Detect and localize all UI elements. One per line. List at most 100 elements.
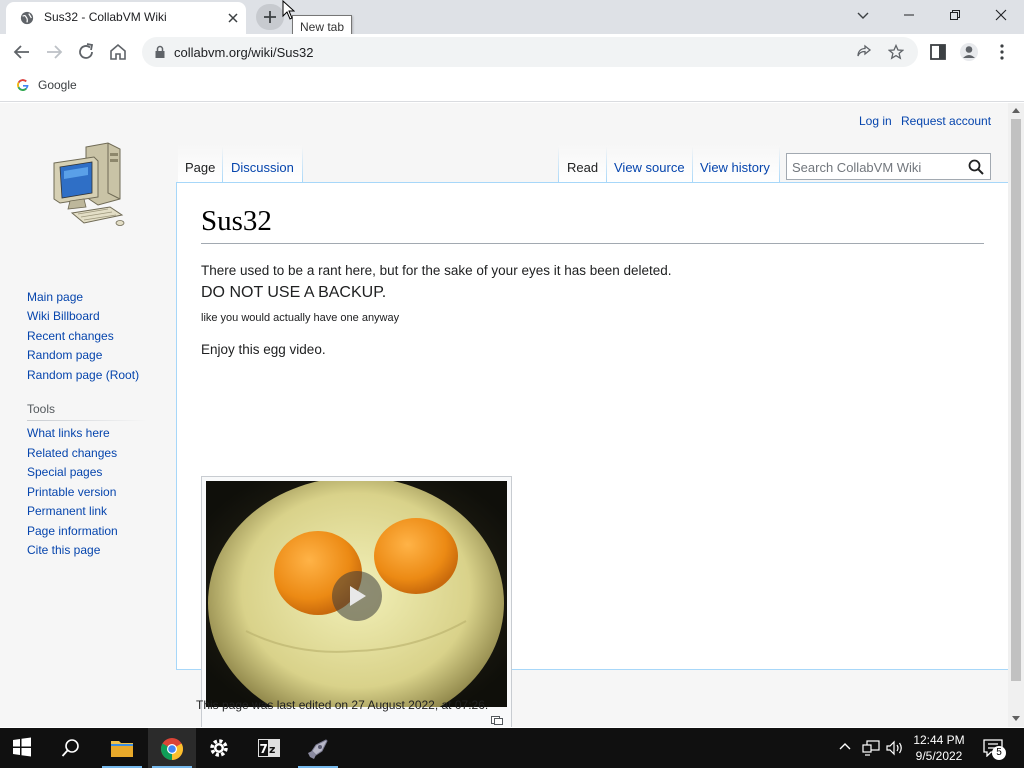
play-icon (350, 586, 366, 606)
tab-title: Sus32 - CollabVM Wiki (44, 10, 167, 24)
tab-search-button[interactable] (840, 0, 886, 30)
share-icon[interactable] (856, 44, 872, 60)
tab-discussion[interactable]: Discussion (231, 160, 294, 175)
gear-icon (210, 739, 228, 757)
globe-icon (20, 11, 34, 25)
tab-view-history[interactable]: View history (700, 160, 770, 175)
tab-separator (692, 147, 693, 183)
tab-strip: Sus32 - CollabVM Wiki New tab (0, 0, 1024, 39)
restore-button[interactable] (932, 0, 978, 30)
wiki-logo[interactable] (50, 141, 126, 227)
windows-taskbar: 7 z 12:44 PM 9/5/2022 5 (0, 728, 1024, 768)
tool-permanent-link[interactable]: Permanent link (27, 504, 107, 518)
footer-last-edited: This page was last edited on 27 August 2… (196, 698, 489, 712)
paragraph-backup-warning: DO NOT USE A BACKUP. (201, 284, 387, 301)
search-icon[interactable] (968, 159, 984, 175)
url-text[interactable]: collabvm.org/wiki/Sus32 (174, 45, 313, 60)
page-scrollbar[interactable] (1008, 103, 1024, 727)
tools-heading: Tools (27, 402, 56, 416)
wiki-search-box (786, 153, 991, 180)
tab-separator (606, 147, 607, 183)
mouse-cursor-icon (282, 0, 295, 20)
tool-page-information[interactable]: Page information (27, 524, 118, 538)
scrollbar-thumb[interactable] (1011, 119, 1021, 681)
volume-icon[interactable] (886, 740, 904, 756)
7zip-icon: 7 z (258, 739, 280, 757)
tool-special-pages[interactable]: Special pages (27, 465, 102, 479)
browser-toolbar: collabvm.org/wiki/Sus32 (0, 34, 1024, 70)
back-arrow-icon[interactable] (11, 41, 33, 63)
bookmarks-bar: Google (0, 70, 1024, 102)
tool-related-changes[interactable]: Related changes (27, 446, 117, 460)
close-window-button[interactable] (978, 0, 1024, 30)
new-tab-button[interactable] (256, 4, 284, 30)
search-taskbar-button[interactable] (48, 728, 96, 768)
google-icon (17, 79, 29, 91)
restore-icon (950, 10, 960, 20)
star-icon[interactable] (888, 44, 904, 60)
heading-divider (201, 243, 984, 244)
tool-cite-this-page[interactable]: Cite this page (27, 543, 100, 557)
clock-time: 12:44 PM (913, 733, 965, 747)
scroll-down-arrow-icon[interactable] (1012, 716, 1020, 721)
lock-icon[interactable] (154, 45, 166, 59)
paragraph-rant: There used to be a rant here, but for th… (201, 263, 672, 278)
nav-random-page[interactable]: Random page (27, 348, 102, 362)
reload-icon[interactable] (75, 41, 97, 63)
chevron-up-icon[interactable] (838, 740, 852, 754)
tab-separator (222, 147, 223, 183)
tab-separator (779, 147, 780, 183)
settings-taskbar-button[interactable] (196, 728, 244, 768)
play-button[interactable] (332, 571, 382, 621)
tab-page[interactable]: Page (185, 160, 215, 175)
svg-text:7: 7 (260, 742, 268, 756)
side-panel-icon[interactable] (927, 41, 949, 63)
network-icon[interactable] (862, 740, 880, 756)
egg-video[interactable] (206, 481, 507, 707)
file-explorer-button[interactable] (98, 728, 146, 768)
rocket-icon (308, 739, 328, 759)
tools-divider (27, 420, 147, 421)
page-title: Sus32 (201, 205, 272, 237)
wiki-page: Log in Request account Page Discussion R… (0, 103, 1008, 727)
scroll-up-arrow-icon[interactable] (1012, 108, 1020, 113)
system-clock[interactable]: 12:44 PM 9/5/2022 (908, 732, 970, 764)
7zip-taskbar-button[interactable]: 7 z (245, 728, 293, 768)
log-in-link[interactable]: Log in (859, 114, 892, 128)
windows-logo-icon (13, 737, 31, 757)
chrome-taskbar-button[interactable] (148, 728, 196, 768)
folder-icon (111, 741, 133, 757)
nav-wiki-billboard[interactable]: Wiki Billboard (27, 309, 100, 323)
nav-main-page[interactable]: Main page (27, 290, 83, 304)
nav-recent-changes[interactable]: Recent changes (27, 329, 114, 343)
svg-text:z: z (269, 743, 275, 756)
bookmark-label: Google (38, 78, 77, 92)
notification-count-badge: 5 (992, 746, 1006, 760)
close-tab-icon[interactable] (225, 10, 241, 26)
tool-what-links-here[interactable]: What links here (27, 426, 110, 440)
close-icon (995, 9, 1007, 21)
plus-icon (264, 11, 276, 23)
address-bar[interactable]: collabvm.org/wiki/Sus32 (142, 37, 918, 67)
start-button[interactable] (0, 728, 48, 768)
home-icon[interactable] (107, 41, 129, 63)
minimize-icon (904, 14, 914, 16)
profile-icon[interactable] (958, 41, 980, 63)
request-account-link[interactable]: Request account (901, 114, 991, 128)
app-taskbar-button[interactable] (294, 728, 342, 768)
tool-printable-version[interactable]: Printable version (27, 485, 116, 499)
minimize-button[interactable] (886, 0, 932, 30)
chrome-icon (161, 738, 183, 760)
enlarge-icon[interactable] (491, 716, 503, 725)
tab-separator (302, 147, 303, 183)
search-input[interactable] (792, 158, 962, 176)
browser-tab[interactable]: Sus32 - CollabVM Wiki (6, 2, 246, 34)
forward-arrow-icon[interactable] (43, 41, 65, 63)
tab-view-source[interactable]: View source (614, 160, 685, 175)
nav-random-page-root[interactable]: Random page (Root) (27, 368, 139, 382)
content-area: Sus32 There used to be a rant here, but … (176, 182, 1008, 727)
tab-read[interactable]: Read (567, 160, 598, 175)
video-thumbnail-frame (201, 476, 512, 727)
paragraph-egg-video: Enjoy this egg video. (201, 342, 326, 357)
more-options-icon[interactable] (991, 41, 1013, 63)
